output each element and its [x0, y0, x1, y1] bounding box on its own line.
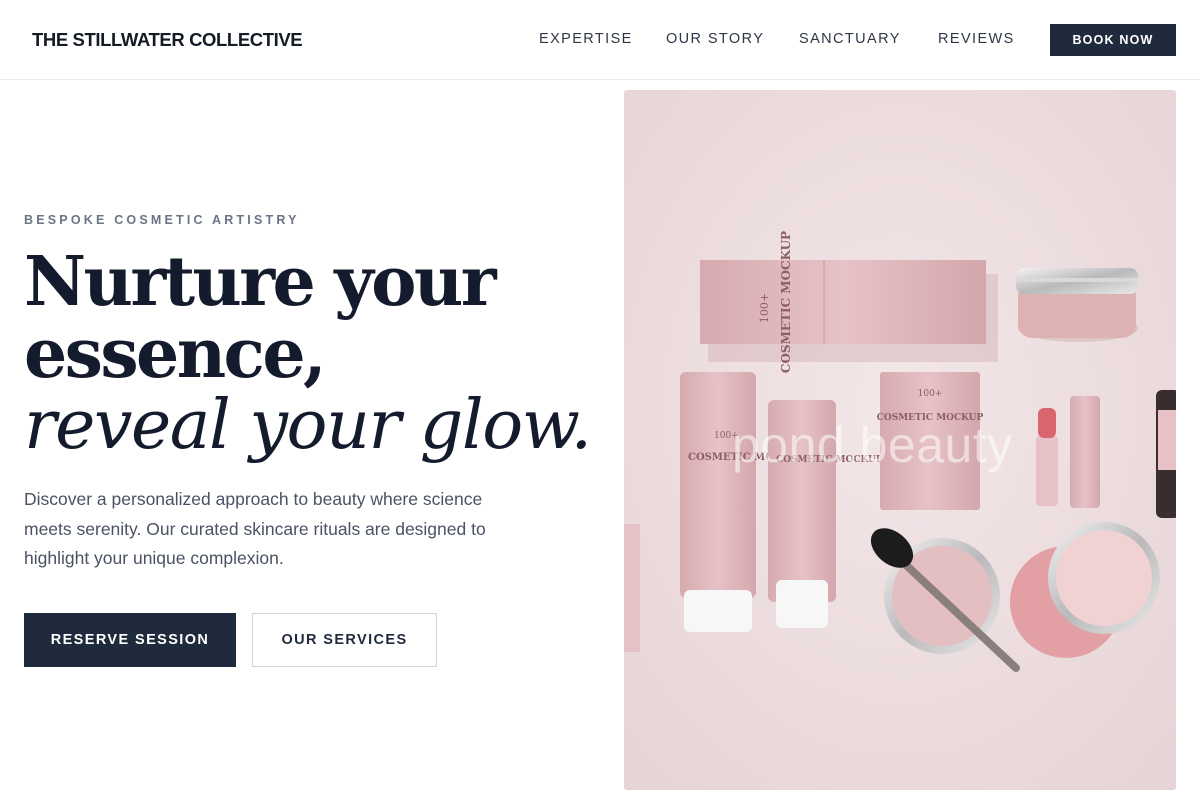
product-dropper-bottle [1156, 390, 1176, 518]
nav-link-expertise[interactable]: EXPERTISE [539, 31, 633, 47]
brand-logo[interactable]: THE STILLWATER COLLECTIVE [32, 29, 303, 51]
svg-text:COSMETIC MOCKUP: COSMETIC MOCKUP [776, 455, 883, 465]
svg-text:100+: 100+ [918, 389, 943, 399]
product-glass-jar [1016, 268, 1138, 342]
hero-eyebrow: BESPOKE COSMETIC ARTISTRY [24, 213, 300, 227]
headline-line-2: essence, [24, 314, 327, 394]
book-now-button[interactable]: BOOK NOW [1050, 24, 1176, 56]
svg-text:100+: 100+ [758, 293, 771, 323]
reserve-session-button[interactable]: RESERVE SESSION [24, 613, 236, 667]
cosmetics-flatlay-illustration: 100+ COSMETIC MOCKUP 100+ COSMETIC MOCKU… [624, 90, 1176, 790]
hero-product-image: 100+ COSMETIC MOCKUP 100+ COSMETIC MOCKU… [624, 90, 1176, 790]
nav-link-reviews[interactable]: REVIEWS [938, 31, 1015, 47]
our-services-button[interactable]: OUR SERVICES [252, 613, 437, 667]
hero-lead-text: Discover a personalized approach to beau… [24, 489, 486, 568]
nav-link-sanctuary[interactable]: SANCTUARY [799, 31, 901, 47]
nav-link-our-story[interactable]: OUR STORY [666, 31, 764, 47]
product-sachet: 100+ COSMETIC MOCKUP [877, 372, 984, 510]
svg-text:COSMETIC MOCKUP: COSMETIC MOCKUP [779, 231, 793, 373]
svg-text:100+: 100+ [714, 431, 739, 441]
product-box-edge [624, 524, 640, 652]
svg-text:COSMETIC MOCKUP: COSMETIC MOCKUP [877, 413, 984, 423]
headline-line-3: reveal your glow. [24, 386, 592, 465]
site-header: THE STILLWATER COLLECTIVE EXPERTISE OUR … [0, 0, 1200, 80]
headline-line-1: Nurture your [24, 242, 497, 322]
hero-headline: Nurture your essence, reveal your glow. [24, 242, 592, 465]
